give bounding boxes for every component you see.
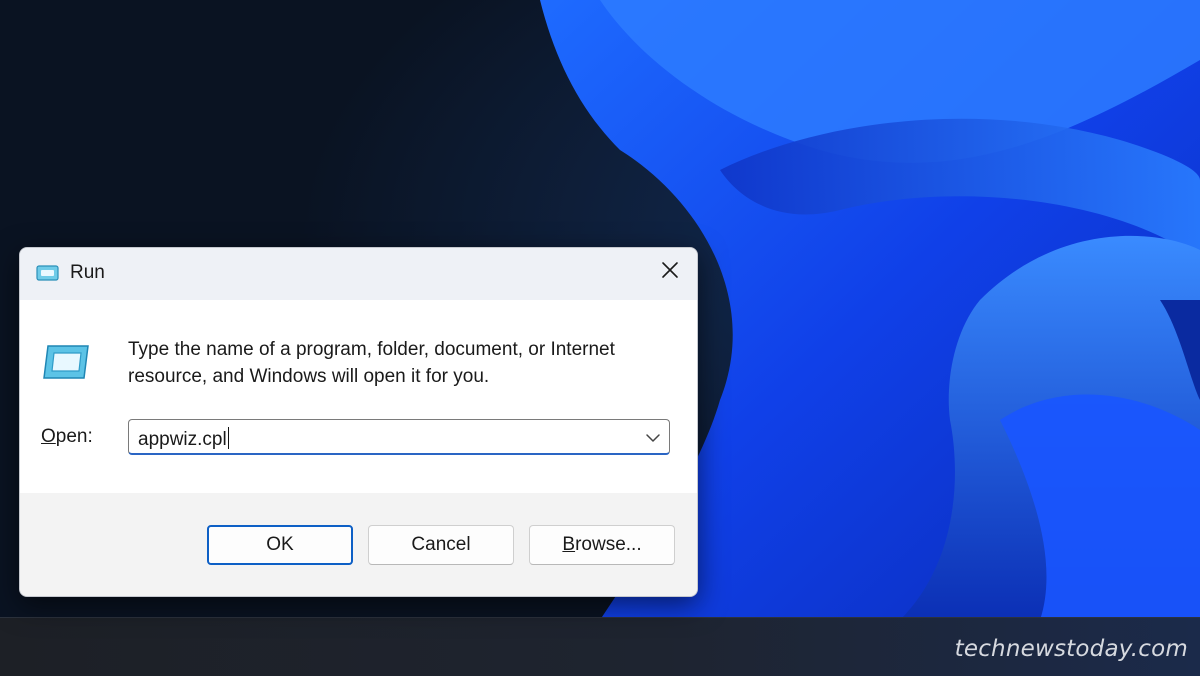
watermark-text: technewstoday.com [954, 636, 1188, 662]
chevron-down-icon[interactable] [645, 431, 661, 443]
dialog-content: Type the name of a program, folder, docu… [20, 300, 697, 493]
ok-button[interactable]: OK [207, 525, 353, 565]
browse-button[interactable]: Browse... [529, 525, 675, 565]
text-caret [227, 427, 229, 449]
close-button[interactable] [643, 248, 697, 296]
open-label-mnemonic: O [41, 426, 56, 447]
close-icon [661, 261, 679, 284]
dialog-footer: OK Cancel Browse... [20, 493, 697, 596]
open-input-value: appwiz.cpl [138, 429, 227, 450]
run-title-icon [35, 263, 61, 283]
browse-mnemonic: B [562, 534, 576, 555]
open-input[interactable]: appwiz.cpl [138, 427, 229, 451]
title-bar[interactable]: Run [20, 248, 697, 300]
run-dialog: Run Type the name of a program, folder, … [19, 247, 698, 597]
open-label: Open: [41, 426, 93, 448]
run-app-icon [42, 342, 94, 382]
dialog-title: Run [70, 262, 105, 283]
open-combobox[interactable]: appwiz.cpl [128, 419, 670, 455]
browse-label-rest: rowse... [575, 534, 642, 555]
open-label-rest: pen: [55, 426, 93, 447]
cancel-button[interactable]: Cancel [368, 525, 514, 565]
dialog-description: Type the name of a program, folder, docu… [128, 339, 615, 387]
